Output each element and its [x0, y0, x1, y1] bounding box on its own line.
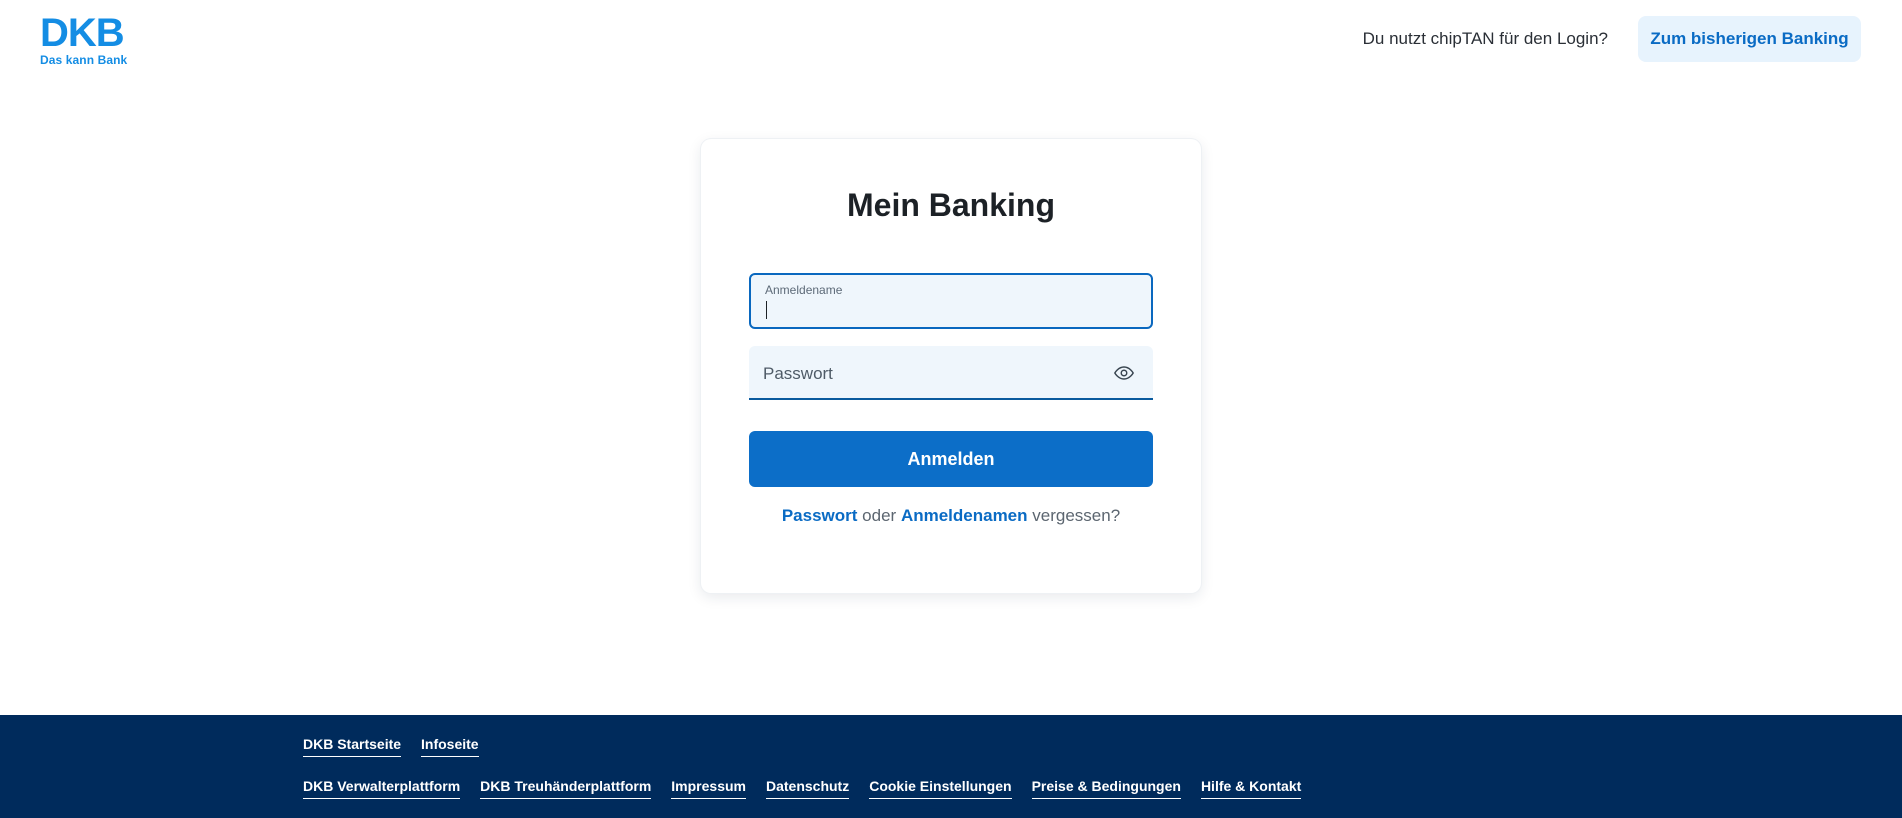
footer-link-cookie-einstellungen[interactable]: Cookie Einstellungen [869, 778, 1012, 799]
footer-link-treuhaenderplattform[interactable]: DKB Treuhänderplattform [480, 778, 652, 799]
logo-tagline: Das kann Bank [40, 53, 128, 67]
dkb-logo[interactable]: DKB Das kann Bank [40, 11, 132, 67]
footer-link-infoseite[interactable]: Infoseite [421, 736, 479, 757]
footer-links-secondary: DKB Verwalterplattform DKB Treuhänderpla… [303, 778, 1302, 799]
footer-link-verwalterplattform[interactable]: DKB Verwalterplattform [303, 778, 461, 799]
footer-link-impressum[interactable]: Impressum [671, 778, 746, 799]
forgot-connector: oder [862, 506, 897, 525]
footer-link-preise-bedingungen[interactable]: Preise & Bedingungen [1031, 778, 1181, 799]
old-banking-button[interactable]: Zum bisherigen Banking [1638, 16, 1861, 62]
footer-link-datenschutz[interactable]: Datenschutz [765, 778, 850, 799]
top-header: DKB Das kann Bank Du nutzt chipTAN für d… [0, 0, 1902, 80]
text-cursor [766, 301, 767, 319]
eye-icon[interactable] [1113, 362, 1135, 384]
forgot-password-link[interactable]: Passwort [782, 506, 858, 525]
page-title: Mein Banking [846, 187, 1055, 223]
footer-links-primary: DKB Startseite Infoseite [303, 736, 479, 757]
username-label: Anmeldename [765, 283, 843, 297]
footer-link-hilfe-kontakt[interactable]: Hilfe & Kontakt [1200, 778, 1302, 799]
footer-link-startseite[interactable]: DKB Startseite [303, 736, 402, 757]
logo-text: DKB [40, 11, 125, 55]
login-card: Mein Banking Anmeldename Passwort Anmeld… [701, 139, 1201, 593]
forgot-suffix: vergessen? [1032, 506, 1121, 525]
forgot-credentials-row: Passwort oder Anmeldenamen vergessen? [701, 506, 1201, 526]
chiptan-question: Du nutzt chipTAN für den Login? [1362, 29, 1608, 48]
username-field[interactable]: Anmeldename [749, 273, 1153, 329]
forgot-username-link[interactable]: Anmeldenamen [901, 506, 1028, 525]
login-button[interactable]: Anmelden [749, 431, 1153, 487]
password-field[interactable]: Passwort [749, 346, 1153, 400]
password-placeholder: Passwort [763, 364, 833, 383]
site-footer: DKB Startseite Infoseite DKB Verwalterpl… [0, 715, 1902, 818]
